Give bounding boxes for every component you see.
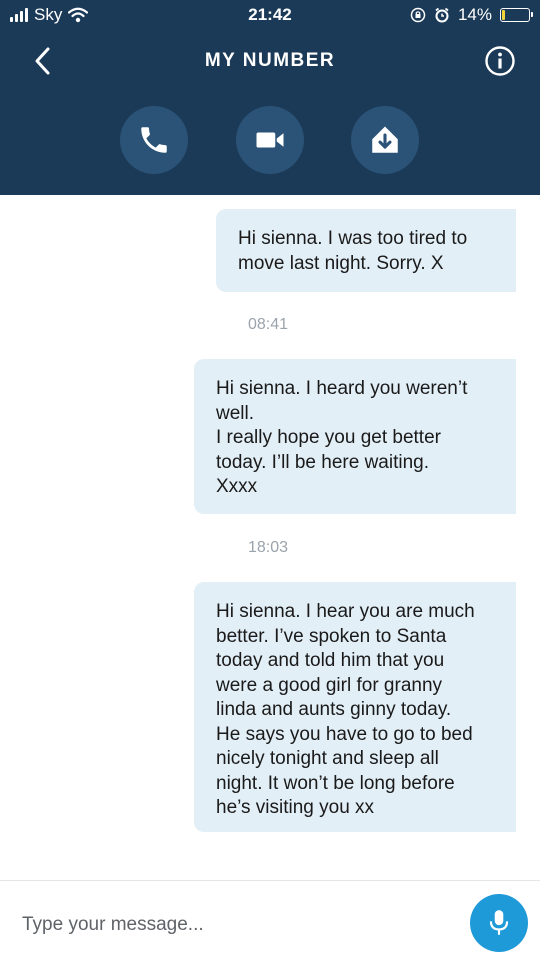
battery-percent: 14%: [457, 5, 492, 24]
download-icon: [372, 126, 398, 153]
battery-icon: [500, 8, 533, 22]
video-call-button[interactable]: [236, 106, 304, 174]
alarm-icon: [435, 7, 449, 23]
nav-bar: MY NUMBER: [0, 38, 540, 84]
action-buttons: [0, 106, 540, 174]
page-title: MY NUMBER: [204, 50, 336, 71]
status-bar: Sky 21:42 14%: [0, 0, 540, 32]
microphone-icon: [489, 910, 509, 935]
battery-level-fill: [502, 10, 505, 20]
voice-message-button[interactable]: [470, 894, 528, 952]
video-camera-icon: [256, 132, 284, 148]
message-bubble: Hi sienna. I heard you weren’t well. I r…: [194, 359, 516, 514]
message-bubble: Hi sienna. I was too tired to move last …: [216, 209, 516, 292]
message-list[interactable]: Hi sienna. I was too tired to move last …: [0, 195, 540, 880]
app-header: Sky 21:42 14% MY NUMBER: [0, 0, 540, 195]
orientation-lock-icon: [410, 7, 426, 23]
message-timestamp: 08:41: [247, 316, 289, 333]
message-input[interactable]: [22, 911, 442, 939]
message-composer: [0, 880, 540, 960]
status-right: 14%: [410, 5, 533, 25]
info-button[interactable]: [484, 45, 516, 77]
call-button[interactable]: [120, 106, 188, 174]
phone-icon: [141, 127, 167, 153]
download-button[interactable]: [351, 106, 419, 174]
message-timestamp: 18:03: [247, 539, 289, 556]
message-bubble: Hi sienna. I hear you are much better. I…: [194, 582, 516, 832]
